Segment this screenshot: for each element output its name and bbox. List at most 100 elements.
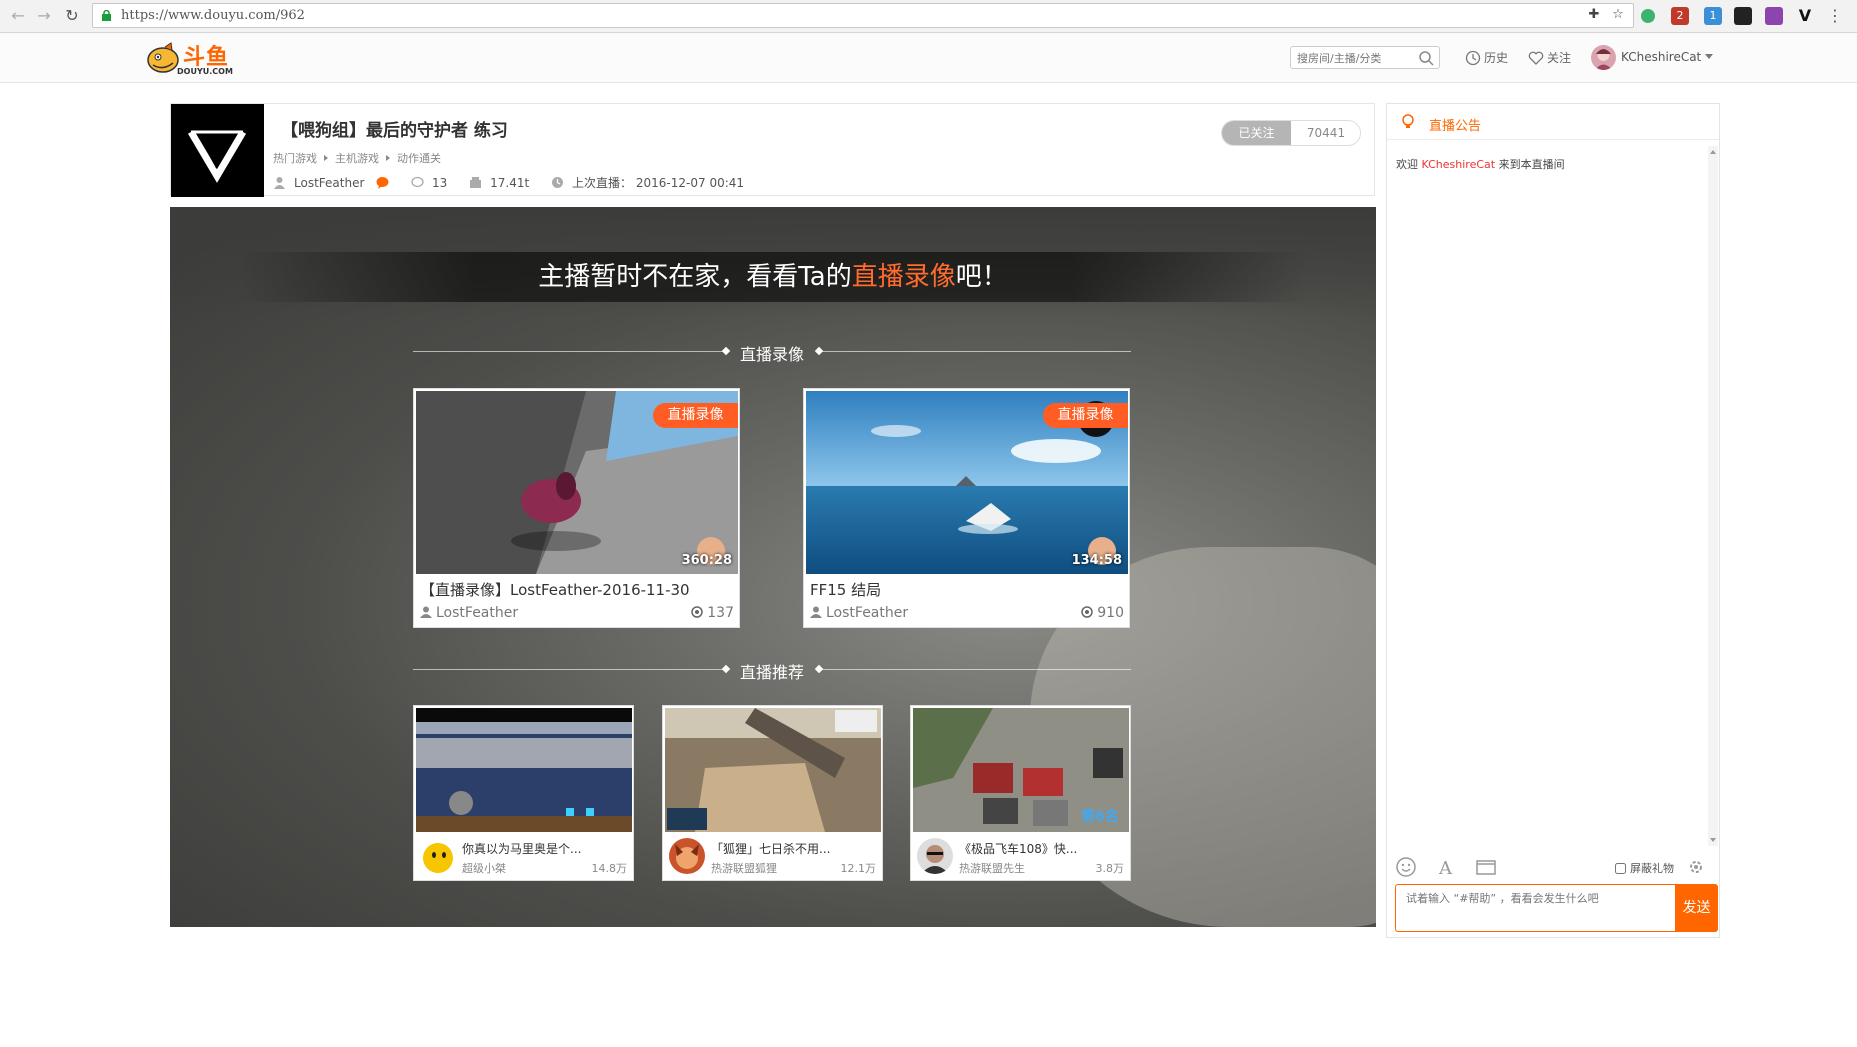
browser-toolbar: ← → ↻ https://www.douyu.com/962 ✚ ☆ 2 1 … bbox=[0, 0, 1857, 33]
divider-line bbox=[821, 669, 1131, 670]
follow-widget: 已关注 70441 bbox=[1221, 120, 1361, 146]
breadcrumb-item[interactable]: 主机游戏 bbox=[335, 152, 379, 165]
room-title: 【喂狗组】最后的守护者 练习 bbox=[281, 121, 508, 141]
chat-scrollbar[interactable] bbox=[1708, 146, 1718, 846]
recommend-title[interactable]: 《极品飞车108》快... bbox=[959, 840, 1077, 857]
user-menu-caret-icon[interactable] bbox=[1705, 54, 1713, 59]
extension-multi-icon[interactable] bbox=[1765, 7, 1783, 25]
welcome-message: 欢迎 KCheshireCat 来到本直播间 bbox=[1396, 156, 1565, 172]
replay-duration: 360:28 bbox=[681, 553, 732, 568]
recommend-title[interactable]: 你真以为马里奥是个... bbox=[462, 840, 581, 857]
recommend-anchor: 超级小桀 bbox=[462, 862, 506, 875]
extension-v-icon[interactable]: V bbox=[1796, 7, 1814, 25]
breadcrumb-item[interactable]: 动作通关 bbox=[397, 152, 441, 165]
url-text: https://www.douyu.com/962 bbox=[121, 8, 305, 23]
scroll-up-icon[interactable] bbox=[1710, 150, 1716, 154]
shield-gifts-label: 屏蔽礼物 bbox=[1630, 862, 1674, 875]
room-avatar bbox=[171, 104, 264, 197]
breadcrumb: 热门游戏 主机游戏 动作通关 bbox=[273, 150, 441, 166]
username[interactable]: KCheshireCat bbox=[1621, 50, 1701, 64]
replay-card[interactable]: 直播录像 360:28 【直播录像】LostFeather-2016-11-30… bbox=[413, 388, 740, 628]
replay-title[interactable]: FF15 结局 bbox=[810, 579, 881, 600]
recommend-avatar bbox=[420, 838, 456, 874]
clock-icon bbox=[552, 177, 564, 188]
recommend-count: 14.8万 bbox=[591, 862, 628, 875]
breadcrumb-separator-icon bbox=[324, 155, 328, 161]
extension-ghostery-icon[interactable] bbox=[1734, 7, 1752, 25]
search-icon[interactable] bbox=[1418, 50, 1434, 66]
user-avatar[interactable] bbox=[1591, 45, 1616, 70]
search-box bbox=[1290, 46, 1440, 69]
fish-mascot-icon bbox=[147, 42, 179, 73]
follow-link[interactable]: 关注 bbox=[1528, 49, 1571, 66]
recommend-card[interactable]: 「狐狸」七日杀不用... 热游联盟狐狸 12.1万 bbox=[662, 705, 883, 881]
emoji-icon[interactable] bbox=[1395, 856, 1417, 878]
recommend-card[interactable]: 第6名 《极品飞车108》快... 热游联盟先生 3.8万 bbox=[910, 705, 1131, 881]
recommend-card[interactable]: 你真以为马里奥是个... 超级小桀 14.8万 bbox=[413, 705, 634, 881]
offline-message-suffix: 吧！ bbox=[955, 262, 1008, 292]
replay-author-name: LostFeather bbox=[436, 605, 519, 621]
address-bar[interactable]: https://www.douyu.com/962 ✚ ☆ bbox=[92, 3, 1634, 28]
recommend-title[interactable]: 「狐狸」七日杀不用... bbox=[711, 840, 830, 857]
recommend-section-title: 直播推荐 bbox=[413, 659, 1131, 682]
replay-card[interactable]: 直播录像 134:58 FF15 结局 LostFeather 910 bbox=[803, 388, 1130, 628]
scroll-down-icon[interactable] bbox=[1710, 838, 1716, 842]
send-button[interactable]: 发送 bbox=[1675, 884, 1718, 932]
replay-thumbnail[interactable]: 直播录像 134:58 bbox=[806, 391, 1128, 574]
extension-green-icon[interactable] bbox=[1641, 9, 1655, 23]
user-icon bbox=[420, 606, 432, 618]
replay-views: 137 bbox=[691, 605, 734, 621]
message-envelope-icon[interactable] bbox=[1475, 856, 1497, 878]
extension-ublock-icon[interactable]: 2 bbox=[1671, 7, 1689, 25]
back-arrow-icon[interactable]: ← bbox=[8, 6, 28, 26]
room-meta: LostFeather 13 17.41t 上次直播： 2016-12-07 0… bbox=[273, 174, 762, 191]
replay-title[interactable]: 【直播录像】LostFeather-2016-11-30 bbox=[420, 579, 690, 600]
offline-message: 主播暂时不在家，看看Ta的直播录像吧！ bbox=[240, 252, 1306, 302]
followed-button[interactable]: 已关注 bbox=[1222, 121, 1291, 145]
comment-count: 13 bbox=[411, 176, 447, 190]
replay-thumbnail[interactable]: 直播录像 360:28 bbox=[416, 391, 738, 574]
anchor-name[interactable]: LostFeather bbox=[273, 176, 389, 190]
settings-gear-icon[interactable] bbox=[1687, 858, 1705, 876]
divider-line bbox=[821, 351, 1131, 352]
history-label: 历史 bbox=[1484, 51, 1509, 65]
browser-menu-icon[interactable]: ⋮ bbox=[1826, 7, 1844, 25]
search-input[interactable] bbox=[1297, 50, 1415, 66]
replay-section-label: 直播录像 bbox=[739, 345, 804, 364]
clock-icon bbox=[1465, 50, 1481, 66]
weight-stat: 17.41t bbox=[469, 176, 529, 190]
douyu-logo[interactable]: 斗鱼 DOUYU.COM bbox=[145, 39, 240, 79]
forward-arrow-icon[interactable]: → bbox=[34, 6, 54, 26]
font-style-icon[interactable]: A bbox=[1435, 856, 1457, 878]
welcome-nick[interactable]: KCheshireCat bbox=[1422, 158, 1496, 171]
welcome-prefix: 欢迎 bbox=[1396, 158, 1418, 171]
eye-icon bbox=[1081, 606, 1094, 618]
weight-icon bbox=[470, 177, 482, 188]
recommend-thumbnail[interactable] bbox=[665, 708, 881, 832]
shield-gifts-toggle[interactable]: 屏蔽礼物 bbox=[1615, 860, 1674, 876]
last-live-time: 2016-12-07 00:41 bbox=[635, 176, 745, 190]
extension-blue-icon[interactable]: 1 bbox=[1704, 7, 1722, 25]
logo-subtext: DOUYU.COM bbox=[177, 67, 233, 76]
last-live-label: 上次直播： bbox=[572, 176, 633, 190]
heart-icon bbox=[1528, 51, 1544, 65]
reload-icon[interactable]: ↻ bbox=[62, 6, 82, 26]
replay-tag: 直播录像 bbox=[653, 403, 738, 428]
replay-section-title: 直播录像 bbox=[413, 341, 1131, 364]
comment-icon bbox=[411, 176, 424, 188]
eye-icon bbox=[691, 606, 704, 618]
bookmark-star-icon[interactable]: ☆ bbox=[1610, 7, 1626, 23]
chat-input[interactable] bbox=[1406, 890, 1666, 926]
recommend-thumbnail[interactable] bbox=[416, 708, 632, 832]
replay-author-name: LostFeather bbox=[826, 605, 909, 621]
chat-messages: 欢迎 KCheshireCat 来到本直播间 bbox=[1387, 141, 1707, 841]
replay-views-count: 910 bbox=[1097, 605, 1124, 621]
shield-gifts-checkbox[interactable] bbox=[1615, 863, 1626, 874]
room-info: 【喂狗组】最后的守护者 练习 热门游戏 主机游戏 动作通关 LostFeather … bbox=[170, 103, 1375, 197]
breadcrumb-item[interactable]: 热门游戏 bbox=[273, 152, 317, 165]
history-link[interactable]: 历史 bbox=[1465, 49, 1508, 66]
recommend-thumbnail[interactable]: 第6名 bbox=[913, 708, 1129, 832]
extension-puzzle-icon[interactable]: ✚ bbox=[1586, 7, 1602, 23]
lock-icon bbox=[102, 10, 111, 21]
anchor-name-text: LostFeather bbox=[294, 176, 365, 190]
